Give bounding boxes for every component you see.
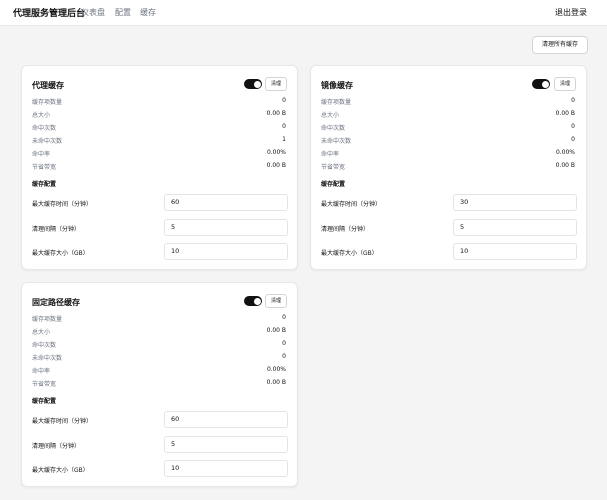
stat-value-bandwidth: 0.00 B — [555, 162, 575, 169]
stat-label-items: 缓存项数量 — [321, 99, 352, 106]
logout-link[interactable]: 退出登录 — [555, 7, 587, 18]
max-size-input[interactable]: 10 — [164, 460, 288, 477]
stat-label-bandwidth: 节省带宽 — [321, 164, 346, 171]
stat-value-items: 0 — [282, 314, 286, 321]
stat-value-size: 0.00 B — [555, 110, 575, 117]
max-size-input[interactable]: 10 — [164, 243, 288, 260]
field-label-max-age: 最大缓存时间（分钟） — [32, 418, 93, 425]
config-section-title: 缓存配置 — [32, 181, 57, 188]
stat-value-hit-rate: 0.00% — [555, 149, 575, 156]
nav-link-config[interactable]: 配置 — [115, 7, 131, 18]
field-label-max-size: 最大缓存大小（GB） — [321, 250, 378, 257]
stat-value-hits: 0 — [571, 123, 575, 130]
stat-value-items: 0 — [571, 97, 575, 104]
stat-value-misses: 1 — [282, 136, 286, 143]
config-section-title: 缓存配置 — [32, 398, 57, 405]
cleanup-interval-input[interactable]: 5 — [164, 436, 288, 453]
stat-value-hits: 0 — [282, 123, 286, 130]
stat-label-hit-rate: 命中率 — [32, 151, 51, 158]
card-title: 固定路径缓存 — [32, 298, 80, 307]
stat-value-misses: 0 — [282, 353, 286, 360]
field-label-cleanup-interval: 清理间隔（分钟） — [321, 226, 370, 233]
card-mirror-cache: 镜像缓存 清理 缓存项数量 0 总大小 0.00 B 命中次数 0 未命中次数 … — [310, 65, 587, 270]
field-label-max-size: 最大缓存大小（GB） — [32, 467, 89, 474]
stat-label-items: 缓存项数量 — [32, 316, 63, 323]
stat-value-hit-rate: 0.00% — [266, 149, 286, 156]
stat-label-hits: 命中次数 — [32, 125, 57, 132]
toggle-knob — [253, 297, 261, 305]
stat-label-hits: 命中次数 — [321, 125, 346, 132]
stat-value-bandwidth: 0.00 B — [266, 162, 286, 169]
cleanup-interval-input[interactable]: 5 — [453, 219, 577, 236]
field-label-cleanup-interval: 清理间隔（分钟） — [32, 226, 81, 233]
clear-all-cache-button[interactable]: 清理所有缓存 — [532, 36, 588, 54]
nav-link-dashboard[interactable]: 仪表盘 — [81, 7, 105, 18]
field-label-max-age: 最大缓存时间（分钟） — [321, 201, 382, 208]
top-navbar: 代理服务管理后台 仪表盘 配置 缓存 退出登录 — [0, 0, 607, 26]
card-title: 代理缓存 — [32, 81, 64, 90]
stat-label-misses: 未命中次数 — [32, 355, 63, 362]
stat-label-misses: 未命中次数 — [32, 138, 63, 145]
clear-button[interactable]: 清理 — [554, 77, 576, 91]
stat-value-items: 0 — [282, 97, 286, 104]
enable-toggle[interactable] — [244, 79, 262, 89]
max-age-input[interactable]: 60 — [164, 411, 288, 428]
clear-button[interactable]: 清理 — [265, 294, 287, 308]
toggle-knob — [253, 80, 261, 88]
field-label-max-size: 最大缓存大小（GB） — [32, 250, 89, 257]
card-fixed-path-cache: 固定路径缓存 清理 缓存项数量 0 总大小 0.00 B 命中次数 0 未命中次… — [21, 282, 298, 487]
toggle-knob — [541, 80, 549, 88]
stat-value-misses: 0 — [571, 136, 575, 143]
stat-value-size: 0.00 B — [266, 327, 286, 334]
stat-label-hit-rate: 命中率 — [321, 151, 340, 158]
stat-label-size: 总大小 — [32, 329, 51, 336]
brand-title: 代理服务管理后台 — [13, 9, 86, 19]
clear-button[interactable]: 清理 — [265, 77, 287, 91]
enable-toggle[interactable] — [244, 296, 262, 306]
stat-label-size: 总大小 — [32, 112, 51, 119]
card-title: 镜像缓存 — [321, 81, 353, 90]
stat-label-bandwidth: 节省带宽 — [32, 381, 57, 388]
stat-value-size: 0.00 B — [266, 110, 286, 117]
stat-value-bandwidth: 0.00 B — [266, 379, 286, 386]
stat-value-hits: 0 — [282, 340, 286, 347]
stat-label-bandwidth: 节省带宽 — [32, 164, 57, 171]
field-label-cleanup-interval: 清理间隔（分钟） — [32, 443, 81, 450]
stat-label-hits: 命中次数 — [32, 342, 57, 349]
field-label-max-age: 最大缓存时间（分钟） — [32, 201, 93, 208]
config-section-title: 缓存配置 — [321, 181, 346, 188]
nav-link-cache[interactable]: 缓存 — [140, 7, 156, 18]
card-proxy-cache: 代理缓存 清理 缓存项数量 0 总大小 0.00 B 命中次数 0 未命中次数 … — [21, 65, 298, 270]
cleanup-interval-input[interactable]: 5 — [164, 219, 288, 236]
enable-toggle[interactable] — [532, 79, 550, 89]
stat-label-hit-rate: 命中率 — [32, 368, 51, 375]
stat-label-misses: 未命中次数 — [321, 138, 352, 145]
stat-value-hit-rate: 0.00% — [266, 366, 286, 373]
max-age-input[interactable]: 60 — [164, 194, 288, 211]
max-age-input[interactable]: 30 — [453, 194, 577, 211]
stat-label-items: 缓存项数量 — [32, 99, 63, 106]
max-size-input[interactable]: 10 — [453, 243, 577, 260]
stat-label-size: 总大小 — [321, 112, 340, 119]
